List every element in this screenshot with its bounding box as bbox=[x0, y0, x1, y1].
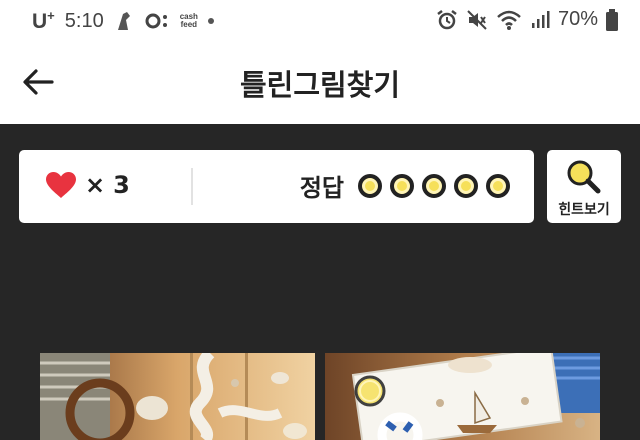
hint-button[interactable]: 힌트보기 bbox=[547, 150, 621, 223]
answer-slot bbox=[358, 173, 382, 198]
signal-icon bbox=[531, 10, 550, 28]
status-bar-right: 70% bbox=[436, 8, 618, 31]
battery-percent: 70% bbox=[557, 8, 598, 30]
answer-slot bbox=[454, 173, 478, 198]
alarm-icon bbox=[437, 9, 457, 29]
hint-button-label: 힌트보기 bbox=[558, 202, 610, 218]
more-notifications-dot bbox=[207, 18, 214, 24]
nautical-board-image bbox=[325, 353, 600, 440]
carrier-label: U+ bbox=[32, 8, 55, 33]
nautical-still-life-image bbox=[40, 353, 315, 440]
cash-icon bbox=[145, 13, 167, 29]
lives-count: 3 bbox=[113, 171, 130, 199]
game-area: × 3 정답 힌트보기 bbox=[0, 124, 640, 440]
status-bar-left: U+ 5:10 cash feed bbox=[32, 8, 214, 34]
app-header: 틀린그림찾기 bbox=[0, 40, 640, 124]
battery-icon bbox=[606, 8, 618, 31]
lives-indicator: × 3 bbox=[45, 171, 130, 199]
answer-slot bbox=[390, 173, 414, 198]
answer-slot bbox=[422, 173, 446, 198]
original-picture[interactable] bbox=[40, 353, 315, 440]
answer-label: 정답 bbox=[299, 174, 344, 202]
puzzle-images bbox=[40, 353, 600, 440]
wifi-icon bbox=[497, 10, 521, 30]
lives-multiplier: × bbox=[85, 171, 106, 199]
heart-icon bbox=[46, 172, 76, 198]
score-card: × 3 정답 bbox=[19, 150, 534, 223]
answer-indicator: 정답 bbox=[300, 168, 510, 203]
answer-slot bbox=[486, 173, 510, 198]
magnifier-icon bbox=[567, 160, 601, 194]
status-bar: U+ 5:10 cash feed 70% bbox=[0, 0, 640, 40]
answer-slots bbox=[358, 173, 510, 198]
clock: 5:10 bbox=[64, 9, 104, 32]
mute-icon bbox=[467, 9, 487, 30]
changed-picture[interactable] bbox=[325, 353, 600, 440]
cashfeed-logo: cash feed bbox=[179, 12, 198, 29]
page-title: 틀린그림찾기 bbox=[239, 68, 401, 102]
score-divider bbox=[191, 168, 193, 205]
app-notification-icon bbox=[117, 12, 130, 30]
